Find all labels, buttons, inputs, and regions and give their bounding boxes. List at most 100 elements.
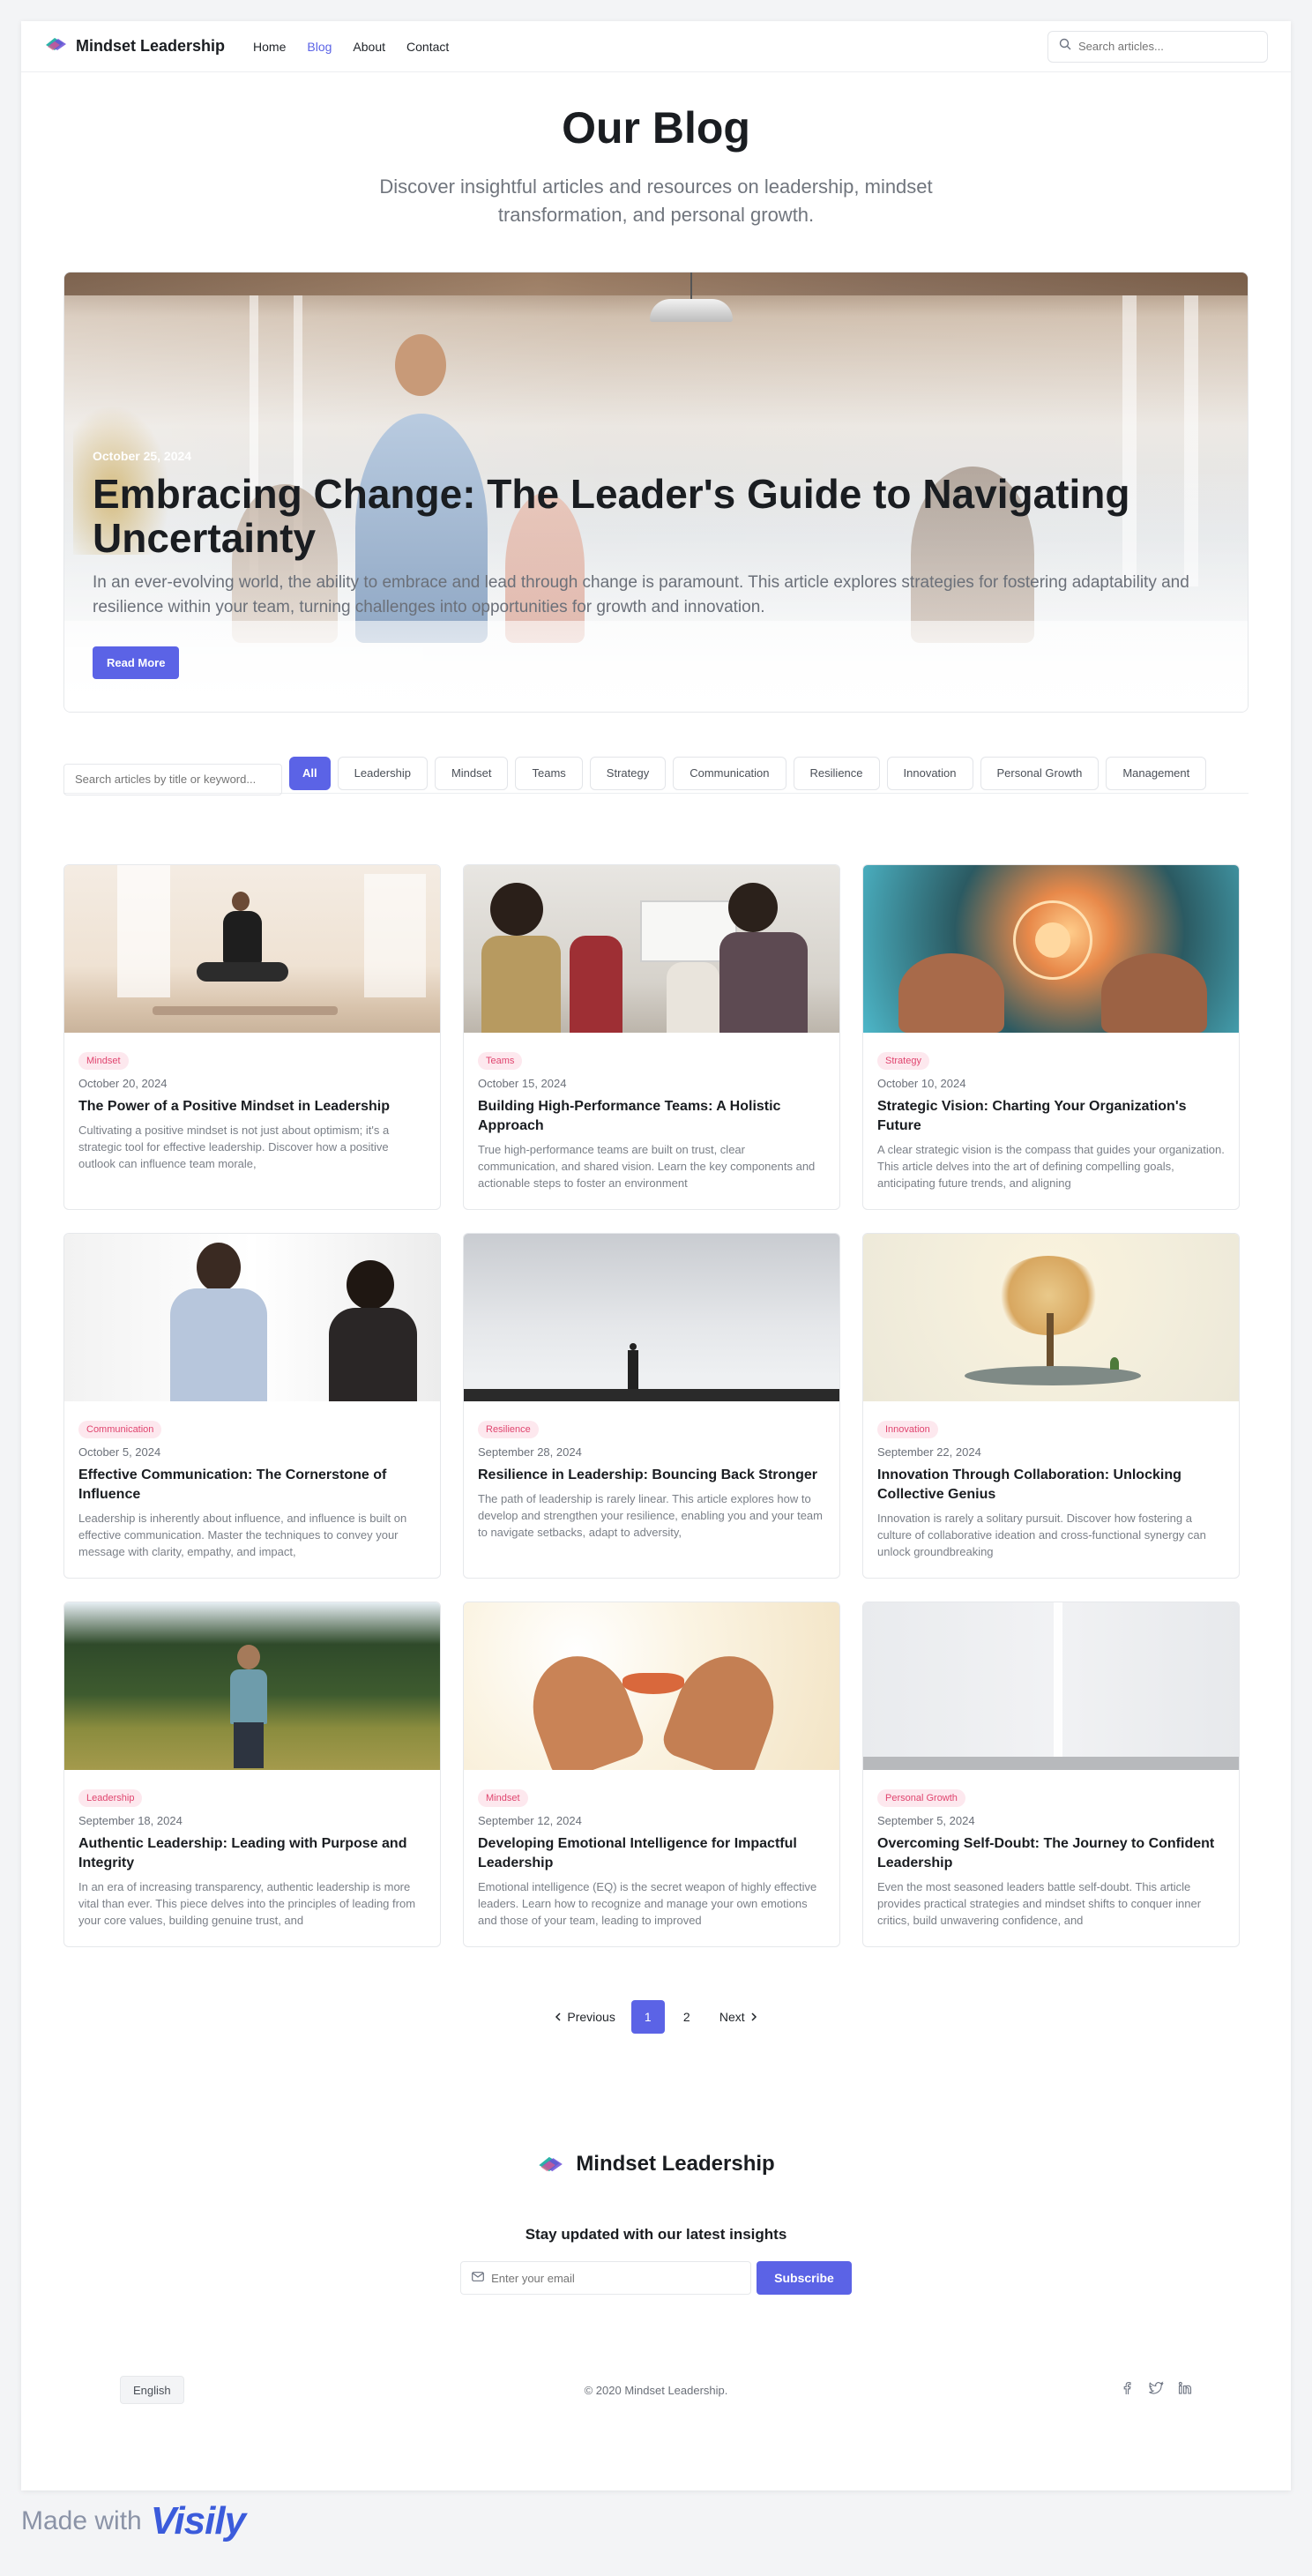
facebook-icon[interactable] (1120, 2381, 1134, 2400)
article-image (863, 1602, 1239, 1770)
article-body: Personal Growth September 5, 2024 Overco… (863, 1770, 1239, 1929)
read-more-button[interactable]: Read More (93, 646, 180, 679)
email-input[interactable] (491, 2271, 741, 2285)
article-title[interactable]: Overcoming Self-Doubt: The Journey to Co… (877, 1834, 1225, 1873)
category-tag[interactable]: Resilience (478, 1421, 539, 1438)
featured-image-ceiling (64, 273, 1248, 295)
article-body: Leadership September 18, 2024 Authentic … (64, 1770, 440, 1929)
category-tag[interactable]: Strategy (877, 1052, 929, 1070)
footer-brand[interactable]: Mindset Leadership (21, 2152, 1291, 2177)
nav-about[interactable]: About (353, 40, 385, 54)
filter-chip-mindset[interactable]: Mindset (434, 756, 509, 790)
category-tag[interactable]: Innovation (877, 1421, 938, 1438)
featured-article[interactable]: October 25, 2024 Embracing Change: The L… (63, 272, 1249, 713)
nav-contact[interactable]: Contact (406, 40, 449, 54)
made-with-badge[interactable]: Made with Visily (21, 2499, 246, 2543)
category-tag[interactable]: Communication (78, 1421, 162, 1438)
category-tag[interactable]: Mindset (78, 1052, 129, 1070)
article-card[interactable]: Teams October 15, 2024 Building High-Per… (463, 864, 840, 1210)
page-1-button[interactable]: 1 (630, 2000, 665, 2034)
brand-name: Mindset Leadership (76, 37, 226, 55)
article-title[interactable]: Strategic Vision: Charting Your Organiza… (877, 1097, 1225, 1136)
nav-home[interactable]: Home (253, 40, 286, 54)
article-excerpt: Leadership is inherently about influence… (78, 1512, 407, 1558)
filter-chip-strategy[interactable]: Strategy (589, 756, 667, 790)
article-card[interactable]: Leadership September 18, 2024 Authentic … (63, 1602, 441, 1947)
article-card[interactable]: Mindset October 20, 2024 The Power of a … (63, 864, 441, 1210)
header-search-input[interactable] (1078, 40, 1256, 53)
featured-image-lamp (690, 273, 692, 301)
featured-image-speaker-head (395, 334, 446, 396)
category-tag[interactable]: Leadership (78, 1789, 143, 1807)
article-body: Resilience September 28, 2024 Resilience… (464, 1401, 839, 1541)
article-excerpt: Innovation is rarely a solitary pursuit.… (877, 1512, 1206, 1558)
featured-title[interactable]: Embracing Change: The Leader's Guide to … (93, 472, 1221, 560)
article-title[interactable]: Authentic Leadership: Leading with Purpo… (78, 1834, 426, 1873)
footer-brand-name: Mindset Leadership (576, 2152, 775, 2176)
chevron-left-icon (555, 2010, 562, 2024)
newsletter-title: Stay updated with our latest insights (525, 2226, 787, 2243)
filter-chip-all[interactable]: All (289, 756, 331, 790)
article-excerpt: True high-performance teams are built on… (478, 1143, 816, 1190)
brand[interactable]: Mindset Leadership (44, 36, 225, 56)
mail-icon (472, 2270, 485, 2286)
article-title[interactable]: Developing Emotional Intelligence for Im… (478, 1834, 825, 1873)
copyright: © 2020 Mindset Leadership. (584, 2383, 728, 2397)
article-title[interactable]: Resilience in Leadership: Bouncing Back … (478, 1466, 825, 1485)
article-card[interactable]: Personal Growth September 5, 2024 Overco… (862, 1602, 1240, 1947)
filter-chip-resilience[interactable]: Resilience (793, 756, 880, 790)
article-date: September 12, 2024 (478, 1814, 582, 1827)
article-date: September 5, 2024 (877, 1814, 975, 1827)
nav-blog[interactable]: Blog (307, 40, 332, 54)
article-image (863, 865, 1239, 1033)
logo-icon (44, 36, 67, 56)
category-tag[interactable]: Personal Growth (877, 1789, 965, 1807)
social-links (1120, 2380, 1192, 2400)
next-page-button[interactable]: Next (709, 2000, 768, 2034)
article-card[interactable]: Innovation September 22, 2024 Innovation… (862, 1233, 1240, 1579)
article-card[interactable]: Resilience September 28, 2024 Resilience… (463, 1233, 840, 1579)
search-icon (1059, 38, 1071, 55)
article-card[interactable]: Mindset September 12, 2024 Developing Em… (463, 1602, 840, 1947)
email-field (460, 2261, 752, 2295)
article-search-input[interactable] (75, 773, 271, 786)
footer-bottom: English © 2020 Mindset Leadership. (21, 2372, 1291, 2408)
article-date: September 18, 2024 (78, 1814, 183, 1827)
article-card[interactable]: Communication October 5, 2024 Effective … (63, 1233, 441, 1579)
filter-chip-communication[interactable]: Communication (673, 756, 786, 790)
previous-label: Previous (567, 2010, 615, 2024)
article-image (64, 865, 440, 1033)
article-title[interactable]: Effective Communication: The Cornerstone… (78, 1466, 426, 1505)
featured-excerpt: In an ever-evolving world, the ability t… (93, 573, 1189, 616)
article-excerpt: Cultivating a positive mindset is not ju… (78, 1124, 390, 1170)
newsletter-form: Subscribe (21, 2261, 1291, 2295)
article-title[interactable]: The Power of a Positive Mindset in Leade… (78, 1097, 426, 1116)
filter-chip-innovation[interactable]: Innovation (886, 756, 973, 790)
filter-chip-personal-growth[interactable]: Personal Growth (980, 756, 1100, 790)
subscribe-button[interactable]: Subscribe (757, 2261, 852, 2295)
article-image (64, 1602, 440, 1770)
filter-chip-teams[interactable]: Teams (515, 756, 583, 790)
article-date: September 28, 2024 (478, 1445, 582, 1459)
article-title[interactable]: Innovation Through Collaboration: Unlock… (877, 1466, 1225, 1505)
filter-chip-management[interactable]: Management (1106, 756, 1207, 790)
visily-logo: Visily (150, 2499, 246, 2542)
article-card[interactable]: Strategy October 10, 2024 Strategic Visi… (862, 864, 1240, 1210)
article-date: October 10, 2024 (877, 1077, 966, 1090)
category-tag[interactable]: Teams (478, 1052, 523, 1070)
twitter-icon[interactable] (1148, 2380, 1164, 2400)
category-tag[interactable]: Mindset (478, 1789, 528, 1807)
article-title[interactable]: Building High-Performance Teams: A Holis… (478, 1097, 825, 1136)
article-image (464, 1234, 839, 1401)
language-selector[interactable]: English (120, 2376, 184, 2404)
previous-page-button[interactable]: Previous (544, 2000, 625, 2034)
page-subtitle: Discover insightful articles and resourc… (379, 175, 933, 226)
page-title: Our Blog (562, 103, 750, 153)
page-2-button[interactable]: 2 (670, 2000, 704, 2034)
linkedin-icon[interactable] (1178, 2381, 1192, 2400)
article-body: Mindset September 12, 2024 Developing Em… (464, 1770, 839, 1929)
filter-chip-leadership[interactable]: Leadership (337, 756, 428, 790)
article-body: Teams October 15, 2024 Building High-Per… (464, 1033, 839, 1191)
main-nav: Home Blog About Contact (253, 40, 449, 54)
featured-date: October 25, 2024 (93, 449, 192, 463)
